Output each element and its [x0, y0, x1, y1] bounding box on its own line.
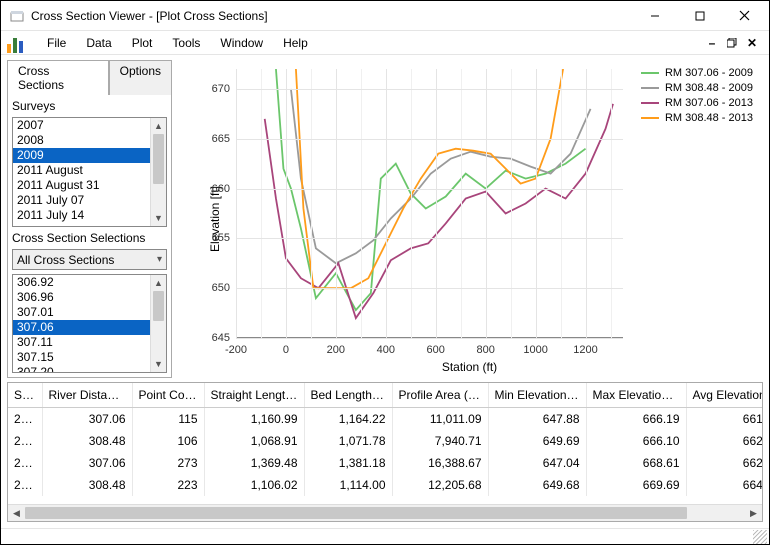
y-tick: 665	[196, 133, 230, 145]
table-row[interactable]: 2013307.062731,369.481,381.1816,388.6764…	[8, 452, 762, 474]
table-row[interactable]: 2009307.061151,160.991,164.2211,011.0964…	[8, 407, 762, 430]
legend-item: RM 308.48 - 2013	[641, 110, 753, 125]
list-item[interactable]: 306.96	[13, 290, 166, 305]
app-icon	[9, 8, 25, 24]
data-table: Su...River DistancePoint CountStraight L…	[7, 382, 763, 522]
y-tick: 660	[196, 183, 230, 195]
surveys-listbox[interactable]: 2007200820092011 August2011 August 31201…	[12, 117, 167, 227]
menu-help[interactable]: Help	[273, 33, 318, 53]
xsec-label: Cross Section Selections	[12, 231, 167, 245]
legend-item: RM 308.48 - 2009	[641, 80, 753, 95]
list-item[interactable]: 306.92	[13, 275, 166, 290]
scroll-up-icon[interactable]: ▲	[151, 275, 166, 291]
left-panel: Cross Sections Options Surveys 200720082…	[7, 59, 172, 378]
list-item[interactable]: 2008	[13, 133, 166, 148]
maximize-button[interactable]	[677, 2, 722, 30]
menu-file[interactable]: File	[37, 33, 76, 53]
column-header[interactable]: Straight Length (ft)	[204, 383, 304, 407]
scrollbar[interactable]: ▲ ▼	[150, 118, 166, 226]
x-tick: 600	[427, 344, 445, 356]
x-tick: 800	[476, 344, 494, 356]
y-tick: 655	[196, 232, 230, 244]
scroll-right-icon[interactable]: ▶	[745, 505, 762, 522]
list-item[interactable]: 307.20	[13, 365, 166, 373]
legend-item: RM 307.06 - 2013	[641, 95, 753, 110]
list-item[interactable]: 2007	[13, 118, 166, 133]
column-header[interactable]: Profile Area (ft²)	[392, 383, 488, 407]
chevron-down-icon: ▾	[157, 254, 162, 265]
chart-series	[276, 69, 586, 310]
list-item[interactable]: 2011 July 14	[13, 208, 166, 223]
list-item[interactable]: 2011 July 07	[13, 193, 166, 208]
x-tick: -200	[225, 344, 247, 356]
column-header[interactable]: Bed Length (ft)	[304, 383, 392, 407]
list-item[interactable]: 307.06	[13, 320, 166, 335]
y-tick: 670	[196, 83, 230, 95]
x-tick: 200	[327, 344, 345, 356]
tab-options[interactable]: Options	[109, 60, 172, 95]
titlebar: Cross Section Viewer - [Plot Cross Secti…	[1, 1, 769, 31]
menu-tools[interactable]: Tools	[162, 33, 210, 53]
column-header[interactable]: Max Elevation (ft)	[586, 383, 686, 407]
app-window: Cross Section Viewer - [Plot Cross Secti…	[0, 0, 770, 545]
list-item[interactable]: 2011 August 31	[13, 178, 166, 193]
table-row[interactable]: 2009308.481061,068.911,071.787,940.71649…	[8, 430, 762, 452]
mdi-restore-icon[interactable]	[725, 36, 739, 50]
list-item[interactable]: 307.01	[13, 305, 166, 320]
xsec-combo-value: All Cross Sections	[17, 253, 114, 267]
column-header[interactable]: Avg Elevation (ft)	[686, 383, 762, 407]
column-header[interactable]: Point Count	[132, 383, 204, 407]
menu-window[interactable]: Window	[210, 33, 273, 53]
xsec-combo[interactable]: All Cross Sections ▾	[12, 249, 167, 270]
close-button[interactable]	[722, 2, 767, 30]
legend: RM 307.06 - 2009RM 308.48 - 2009RM 307.0…	[641, 65, 753, 125]
table-row[interactable]: 2013308.482231,106.021,114.0012,205.6864…	[8, 474, 762, 496]
x-tick: 1000	[523, 344, 547, 356]
scroll-down-icon[interactable]: ▼	[151, 210, 166, 226]
x-tick: 0	[283, 344, 289, 356]
surveys-label: Surveys	[12, 99, 167, 113]
menu-plot[interactable]: Plot	[122, 33, 163, 53]
list-item[interactable]: 2009	[13, 148, 166, 163]
tab-cross-sections[interactable]: Cross Sections	[7, 60, 109, 95]
menubar: File Data Plot Tools Window Help – ✕	[1, 31, 769, 55]
app-logo-icon	[7, 33, 27, 53]
horizontal-scrollbar[interactable]: ◀ ▶	[8, 504, 762, 521]
column-header[interactable]: Su...	[8, 383, 42, 407]
list-item[interactable]: 307.11	[13, 335, 166, 350]
column-header[interactable]: River Distance	[42, 383, 132, 407]
scroll-down-icon[interactable]: ▼	[151, 356, 166, 372]
minimize-button[interactable]	[632, 2, 677, 30]
xsec-listbox[interactable]: 306.92306.96307.01307.06307.11307.15307.…	[12, 274, 167, 373]
y-tick: 650	[196, 282, 230, 294]
list-item[interactable]: 307.15	[13, 350, 166, 365]
mdi-minimize-icon[interactable]: –	[705, 36, 719, 50]
mdi-close-icon[interactable]: ✕	[745, 36, 759, 50]
scrollbar[interactable]: ▲ ▼	[150, 275, 166, 372]
legend-item: RM 307.06 - 2009	[641, 65, 753, 80]
chart: Elevation [ft] Station (ft) RM 307.06 - …	[176, 59, 763, 378]
scroll-left-icon[interactable]: ◀	[8, 505, 25, 522]
list-item[interactable]: 2011 August	[13, 163, 166, 178]
y-tick: 645	[196, 332, 230, 344]
scroll-up-icon[interactable]: ▲	[151, 118, 166, 134]
x-axis-label: Station (ft)	[442, 360, 497, 374]
window-title: Cross Section Viewer - [Plot Cross Secti…	[31, 9, 632, 23]
statusbar	[1, 528, 769, 544]
resize-grip-icon[interactable]	[753, 530, 767, 544]
column-header[interactable]: Min Elevation (ft)	[488, 383, 586, 407]
x-tick: 400	[377, 344, 395, 356]
menu-data[interactable]: Data	[76, 33, 121, 53]
x-tick: 1200	[573, 344, 597, 356]
